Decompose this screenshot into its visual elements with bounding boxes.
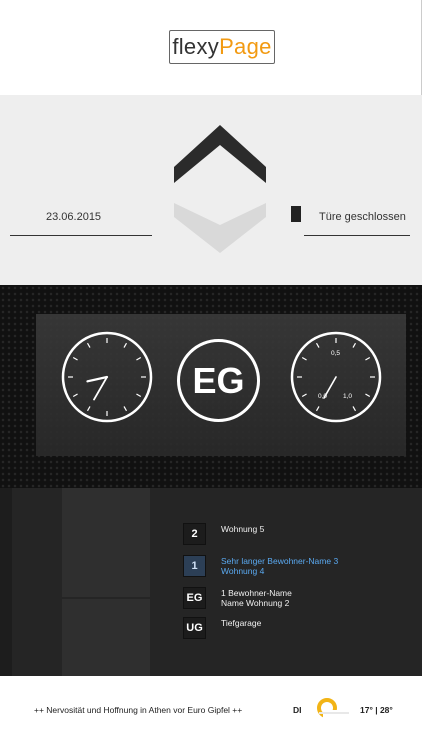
floor-row-ug[interactable]: UG Tiefgarage xyxy=(183,617,261,639)
floor-label-line2: Wohnung 4 xyxy=(221,566,265,576)
floor-number-box-active[interactable]: 1 xyxy=(183,555,206,577)
floor-label-line1: Sehr langer Bewohner-Name 3 xyxy=(221,556,339,566)
tick-mark xyxy=(365,356,371,361)
floor-row-2[interactable]: 2 Wohnung 5 xyxy=(183,523,264,545)
floor-label-active: Sehr langer Bewohner-Name 3 Wohnung 4 xyxy=(221,555,338,576)
flexypage-logo: flexyPage xyxy=(169,30,275,64)
gauge-label-mid: 0,5 xyxy=(331,350,340,357)
current-floor-indicator: EG xyxy=(177,339,260,422)
floor-number-box[interactable]: UG xyxy=(183,617,206,639)
tick-mark xyxy=(72,356,78,361)
partly-sunny-icon xyxy=(317,698,353,721)
floor-row-1[interactable]: 1 Sehr langer Bewohner-Name 3 Wohnung 4 xyxy=(183,555,338,577)
tick-mark xyxy=(352,342,357,348)
tick-mark xyxy=(123,342,128,348)
arrow-down-icon xyxy=(174,203,266,253)
tick-mark xyxy=(86,406,91,412)
floor-label-line1: Tiefgarage xyxy=(221,618,262,628)
tick-mark xyxy=(136,393,142,398)
tick-mark xyxy=(315,342,320,348)
tick-mark xyxy=(352,406,357,412)
temperature-range: 17° | 28° xyxy=(360,705,393,715)
current-floor-text: EG xyxy=(192,359,245,401)
floor-row-eg[interactable]: EG 1 Bewohner-Name Name Wohnung 2 xyxy=(183,587,292,609)
date-underline xyxy=(10,235,152,236)
weather-day: DI xyxy=(293,705,302,715)
tick-mark xyxy=(123,406,128,412)
date-text: 23.06.2015 xyxy=(46,211,102,223)
image-tile-bottom xyxy=(62,599,150,676)
floor-label: Tiefgarage xyxy=(221,617,261,628)
arrow-up-icon xyxy=(174,125,266,183)
ticker-news-text: ++ Nervosität und Hoffnung in Athen vor … xyxy=(34,705,243,715)
tick-mark xyxy=(72,393,78,398)
news-ticker: ++ Nervosität und Hoffnung in Athen vor … xyxy=(0,676,422,751)
image-tile-top xyxy=(62,488,150,597)
logo-text-page: Page xyxy=(219,34,272,59)
floor-label-line1: Wohnung 5 xyxy=(221,524,265,534)
tick-mark xyxy=(301,356,307,361)
door-icon xyxy=(291,206,301,222)
floor-label: 1 Bewohner-Name Name Wohnung 2 xyxy=(221,587,292,608)
tick-mark xyxy=(365,393,371,398)
clock-icon xyxy=(61,331,153,423)
gauge-label-max: 1,0 xyxy=(343,393,352,400)
logo-text-flexy: flexy xyxy=(172,34,220,59)
left-strip xyxy=(0,488,12,676)
floor-list-area: 2 Wohnung 5 1 Sehr langer Bewohner-Name … xyxy=(0,488,422,676)
tick-mark xyxy=(136,356,142,361)
tick-mark xyxy=(301,393,307,398)
door-underline xyxy=(304,235,410,236)
floor-number-box[interactable]: 2 xyxy=(183,523,206,545)
tick-mark xyxy=(315,406,320,412)
tick-mark xyxy=(86,342,91,348)
direction-panel: 23.06.2015 Türe geschlossen xyxy=(0,95,422,285)
floor-label-line2: Name Wohnung 2 xyxy=(221,598,290,608)
floor-label-line1: 1 Bewohner-Name xyxy=(221,588,292,598)
header: flexyPage xyxy=(0,0,422,95)
dashboard: EG 0,5 0,0 1,0 xyxy=(0,285,422,488)
floor-label: Wohnung 5 xyxy=(221,523,264,534)
door-status-text: Türe geschlossen xyxy=(319,211,406,223)
floor-number-box[interactable]: EG xyxy=(183,587,206,609)
speed-gauge-icon: 0,5 0,0 1,0 xyxy=(290,331,382,423)
